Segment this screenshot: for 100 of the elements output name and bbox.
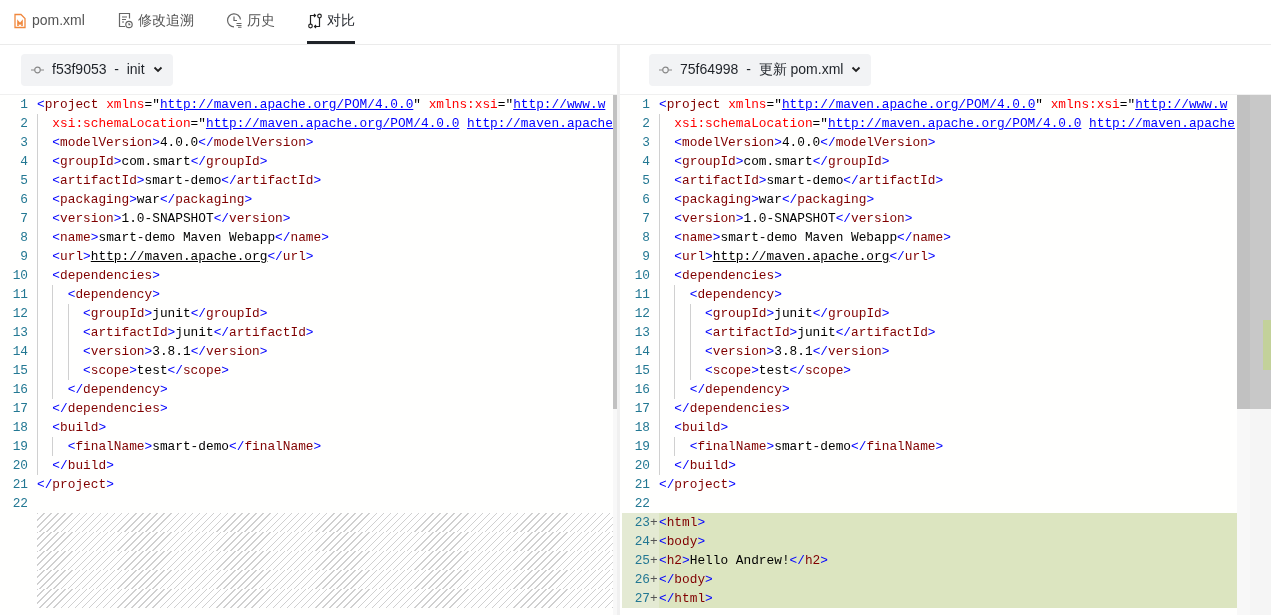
code-line: <html>: [659, 513, 706, 532]
added-line-marker: +: [650, 514, 659, 532]
code-line: <dependencies>: [52, 266, 160, 285]
added-line-marker: +: [650, 552, 659, 570]
code-line: <modelVersion>4.0.0</modelVersion>: [674, 133, 936, 152]
code-line: <finalName>smart-demo</finalName>: [67, 437, 322, 456]
line-number: 1: [641, 96, 650, 114]
code-line: <artifactId>junit</artifactId>: [83, 323, 314, 342]
line-number: 14: [11, 343, 28, 361]
line-number: 22: [11, 495, 28, 513]
code-line: <version>3.8.1</version>: [83, 342, 268, 361]
line-number: 12: [633, 305, 650, 323]
line-number: 7: [19, 210, 28, 228]
clock-icon: [225, 12, 243, 29]
commit-icon: [31, 65, 44, 74]
code-line: <project xmlns="http://maven.apache.org/POM/4.0.0" xmlns:xsi="http://www.w: [37, 95, 606, 114]
line-number: 19: [11, 438, 28, 456]
tab[interactable]: 历史: [225, 0, 275, 44]
line-number: 27: [633, 590, 650, 608]
line-number: 18: [11, 419, 28, 437]
line-number: 23: [633, 514, 650, 532]
code-line: <dependency>: [67, 285, 160, 304]
scrollbar-thumb[interactable]: [612, 95, 617, 409]
tab[interactable]: 修改追溯: [116, 0, 194, 44]
line-number: 21: [633, 476, 650, 494]
line-number: 4: [19, 153, 28, 171]
code-line: <build>: [52, 418, 107, 437]
line-number: 22: [633, 495, 650, 513]
line-number: 1: [19, 96, 28, 114]
line-number: 26: [633, 571, 650, 589]
line-number: 13: [633, 324, 650, 342]
code-line: </build>: [52, 456, 114, 475]
document-clock-icon: [116, 12, 134, 29]
line-number: 20: [11, 457, 28, 475]
code-line: </body>: [659, 570, 713, 589]
line-number: 17: [11, 400, 28, 418]
tab[interactable]: 对比: [306, 0, 355, 44]
line-number: 2: [19, 115, 28, 133]
line-number: 2: [641, 115, 650, 133]
code-line: </dependencies>: [52, 399, 168, 418]
tab[interactable]: pom.xml: [12, 0, 85, 44]
code-line: <name>smart-demo Maven Webapp</name>: [674, 228, 951, 247]
code-line: <version>1.0-SNAPSHOT</version>: [674, 209, 913, 228]
code-line: <name>smart-demo Maven Webapp</name>: [52, 228, 329, 247]
code-line: <finalName>smart-demo</finalName>: [689, 437, 944, 456]
line-number: 24: [633, 533, 650, 551]
code-line: <packaging>war</packaging>: [674, 190, 875, 209]
added-line-marker: +: [650, 571, 659, 589]
added-line-marker: +: [650, 590, 659, 608]
code-line: <artifactId>junit</artifactId>: [705, 323, 936, 342]
compare-icon: [306, 12, 323, 29]
line-number: 25: [633, 552, 650, 570]
code-line: </dependency>: [67, 380, 168, 399]
commit-icon: [659, 65, 672, 74]
caret-icon: [152, 66, 163, 73]
code-line: <version>1.0-SNAPSHOT</version>: [52, 209, 291, 228]
code-line: <url>http://maven.apache.org</url>: [674, 247, 936, 266]
line-number: 16: [633, 381, 650, 399]
line-number: 11: [11, 286, 28, 304]
line-number: 15: [11, 362, 28, 380]
code-line: </html>: [659, 589, 713, 608]
change-marker: [1263, 320, 1271, 370]
line-number: 16: [11, 381, 28, 399]
line-number: 9: [641, 248, 650, 266]
line-number: 19: [633, 438, 650, 456]
line-number: 12: [11, 305, 28, 323]
code-line: <modelVersion>4.0.0</modelVersion>: [52, 133, 314, 152]
line-number: 3: [19, 134, 28, 152]
code-line: <build>: [674, 418, 729, 437]
line-number: 8: [19, 229, 28, 247]
line-number: 8: [641, 229, 650, 247]
line-number: 9: [19, 248, 28, 266]
code-line: <groupId>junit</groupId>: [83, 304, 268, 323]
line-number: 6: [19, 191, 28, 209]
line-number: 14: [633, 343, 650, 361]
code-line: <groupId>com.smart</groupId>: [674, 152, 890, 171]
code-line: <body>: [659, 532, 706, 551]
file-icon: [12, 12, 28, 29]
revision-dropdown[interactable]: 75f64998 - 更新 pom.xml: [649, 53, 872, 86]
revision-dropdown[interactable]: f53f9053 - init: [21, 53, 173, 86]
line-number: 6: [641, 191, 650, 209]
code-line: </project>: [659, 475, 736, 494]
line-number: 5: [641, 172, 650, 190]
code-line: </dependency>: [689, 380, 790, 399]
code-line: </build>: [674, 456, 736, 475]
line-number: 7: [641, 210, 650, 228]
code-line: <groupId>com.smart</groupId>: [52, 152, 268, 171]
line-number: 3: [641, 134, 650, 152]
code-line: <h2>Hello Andrew!</h2>: [659, 551, 828, 570]
code-line: <packaging>war</packaging>: [52, 190, 253, 209]
line-number: 18: [633, 419, 650, 437]
added-line-marker: +: [650, 533, 659, 551]
scrollbar-thumb[interactable]: [1237, 95, 1250, 409]
code-line: </dependencies>: [674, 399, 790, 418]
line-number: 10: [11, 267, 28, 285]
code-line: <artifactId>smart-demo</artifactId>: [674, 171, 944, 190]
line-number: 17: [633, 400, 650, 418]
code-line: <dependency>: [689, 285, 782, 304]
code-line: <scope>test</scope>: [705, 361, 852, 380]
code-line: <artifactId>smart-demo</artifactId>: [52, 171, 322, 190]
